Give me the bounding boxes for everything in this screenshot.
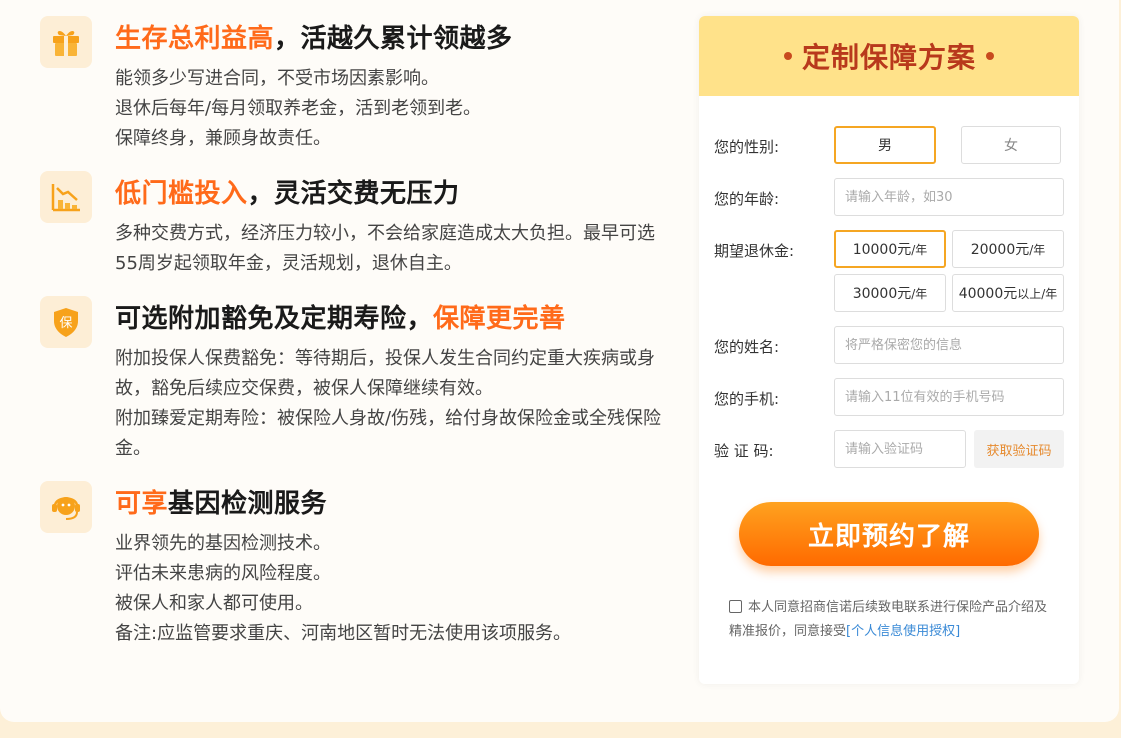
feature-line: 多种交费方式，经济压力较小，不会给家庭造成太大负担。最早可选55周岁起领取年金，…	[115, 223, 655, 274]
agree-checkbox[interactable]	[729, 600, 742, 613]
form-header: 定制保障方案	[699, 16, 1079, 96]
feature-title: 低门槛投入，灵活交费无压力	[115, 179, 460, 209]
feature-description: 业界领先的基因检测技术。 评估未来患病的风险程度。 被保人和家人都可使用。 备注…	[115, 529, 670, 649]
pension-option-10000[interactable]: 10000元/年	[834, 230, 946, 268]
feature-line: 保障终身，兼顾身故责任。	[115, 128, 331, 149]
headset-icon	[40, 481, 92, 533]
pension-unit: /年	[1029, 242, 1046, 257]
pension-unit: /年	[911, 242, 928, 257]
phone-label: 您的手机:	[714, 390, 780, 408]
pension-label: 期望退休金:	[714, 242, 795, 260]
svg-text:保: 保	[59, 316, 72, 331]
gift-icon	[40, 16, 92, 68]
name-input[interactable]	[834, 326, 1064, 364]
pension-amount: 30000元	[852, 286, 912, 302]
name-label: 您的姓名:	[714, 338, 780, 356]
pension-unit: 以上/年	[1017, 286, 1058, 301]
feature-line: 被保人和家人都可使用。	[115, 593, 313, 614]
feature-low-threshold: 低门槛投入，灵活交费无压力 多种交费方式，经济压力较小，不会给家庭造成太大负担。…	[40, 171, 670, 281]
pension-unit: /年	[911, 286, 928, 301]
feature-line: 评估未来患病的风险程度。	[115, 563, 331, 584]
pension-amount: 40000元	[958, 286, 1018, 302]
feature-benefit: 生存总利益高，活越久累计领越多 能领多少写进合同，不受市场因素影响。 退休后每年…	[40, 16, 670, 156]
shield-icon: 保	[40, 296, 92, 348]
feature-line: 业界领先的基因检测技术。	[115, 533, 331, 554]
plan-form-panel: 定制保障方案 您的性别: 男 女 您的年龄: 期望退休金: 10000元/年 2…	[699, 16, 1079, 684]
pension-amount: 20000元	[970, 242, 1030, 258]
form-title: 定制保障方案	[801, 41, 976, 74]
phone-input[interactable]	[834, 378, 1064, 416]
gender-label: 您的性别:	[714, 138, 780, 156]
agreement-text: 本人同意招商信诺后续致电联系进行保险产品介绍及精准报价，同意接受[个人信息使用授…	[729, 596, 1059, 644]
feature-gene-test: 可享基因检测服务 业界领先的基因检测技术。 评估未来患病的风险程度。 被保人和家…	[40, 481, 670, 651]
feature-line: 备注:应监管要求重庆、河南地区暂时无法使用该项服务。	[115, 623, 572, 644]
code-label: 验 证 码:	[714, 442, 774, 460]
feature-title: 生存总利益高，活越久累计领越多	[115, 24, 513, 54]
pension-amount: 10000元	[852, 242, 912, 258]
feature-line: 附加投保人保费豁免：等待期后，投保人发生合同约定重大疾病或身故，豁免后续应交保费…	[115, 348, 655, 399]
age-input[interactable]	[834, 178, 1064, 216]
feature-riders: 保 可选附加豁免及定期寿险，保障更完善 附加投保人保费豁免：等待期后，投保人发生…	[40, 296, 670, 466]
verification-code-input[interactable]	[834, 430, 966, 468]
page-card: 生存总利益高，活越久累计领越多 能领多少写进合同，不受市场因素影响。 退休后每年…	[0, 0, 1119, 722]
pension-option-40000[interactable]: 40000元 以上/年	[952, 274, 1064, 312]
pension-option-20000[interactable]: 20000元/年	[952, 230, 1064, 268]
feature-description: 能领多少写进合同，不受市场因素影响。 退休后每年/每月领取养老金，活到老领到老。…	[115, 64, 670, 154]
gender-male-button[interactable]: 男	[834, 126, 936, 164]
gender-female-button[interactable]: 女	[961, 126, 1061, 164]
feature-line: 退休后每年/每月领取养老金，活到老领到老。	[115, 98, 482, 119]
feature-line: 能领多少写进合同，不受市场因素影响。	[115, 68, 439, 89]
submit-button[interactable]: 立即预约了解	[739, 502, 1039, 566]
pension-option-30000[interactable]: 30000元/年	[834, 274, 946, 312]
bullet-dot-icon	[986, 52, 994, 60]
privacy-authorization-link[interactable]: [个人信息使用授权]	[846, 624, 960, 639]
get-code-button[interactable]: 获取验证码	[974, 430, 1064, 468]
feature-title: 可享基因检测服务	[115, 489, 328, 519]
feature-line: 附加臻爱定期寿险：被保险人身故/伤残，给付身故保险金或全残保险金。	[115, 408, 662, 459]
bullet-dot-icon	[783, 52, 792, 60]
age-label: 您的年龄:	[714, 190, 780, 208]
feature-title: 可选附加豁免及定期寿险，保障更完善	[115, 304, 566, 334]
feature-description: 附加投保人保费豁免：等待期后，投保人发生合同约定重大疾病或身故，豁免后续应交保费…	[115, 344, 670, 464]
chart-down-icon	[40, 171, 92, 223]
feature-description: 多种交费方式，经济压力较小，不会给家庭造成太大负担。最早可选55周岁起领取年金，…	[115, 219, 670, 279]
